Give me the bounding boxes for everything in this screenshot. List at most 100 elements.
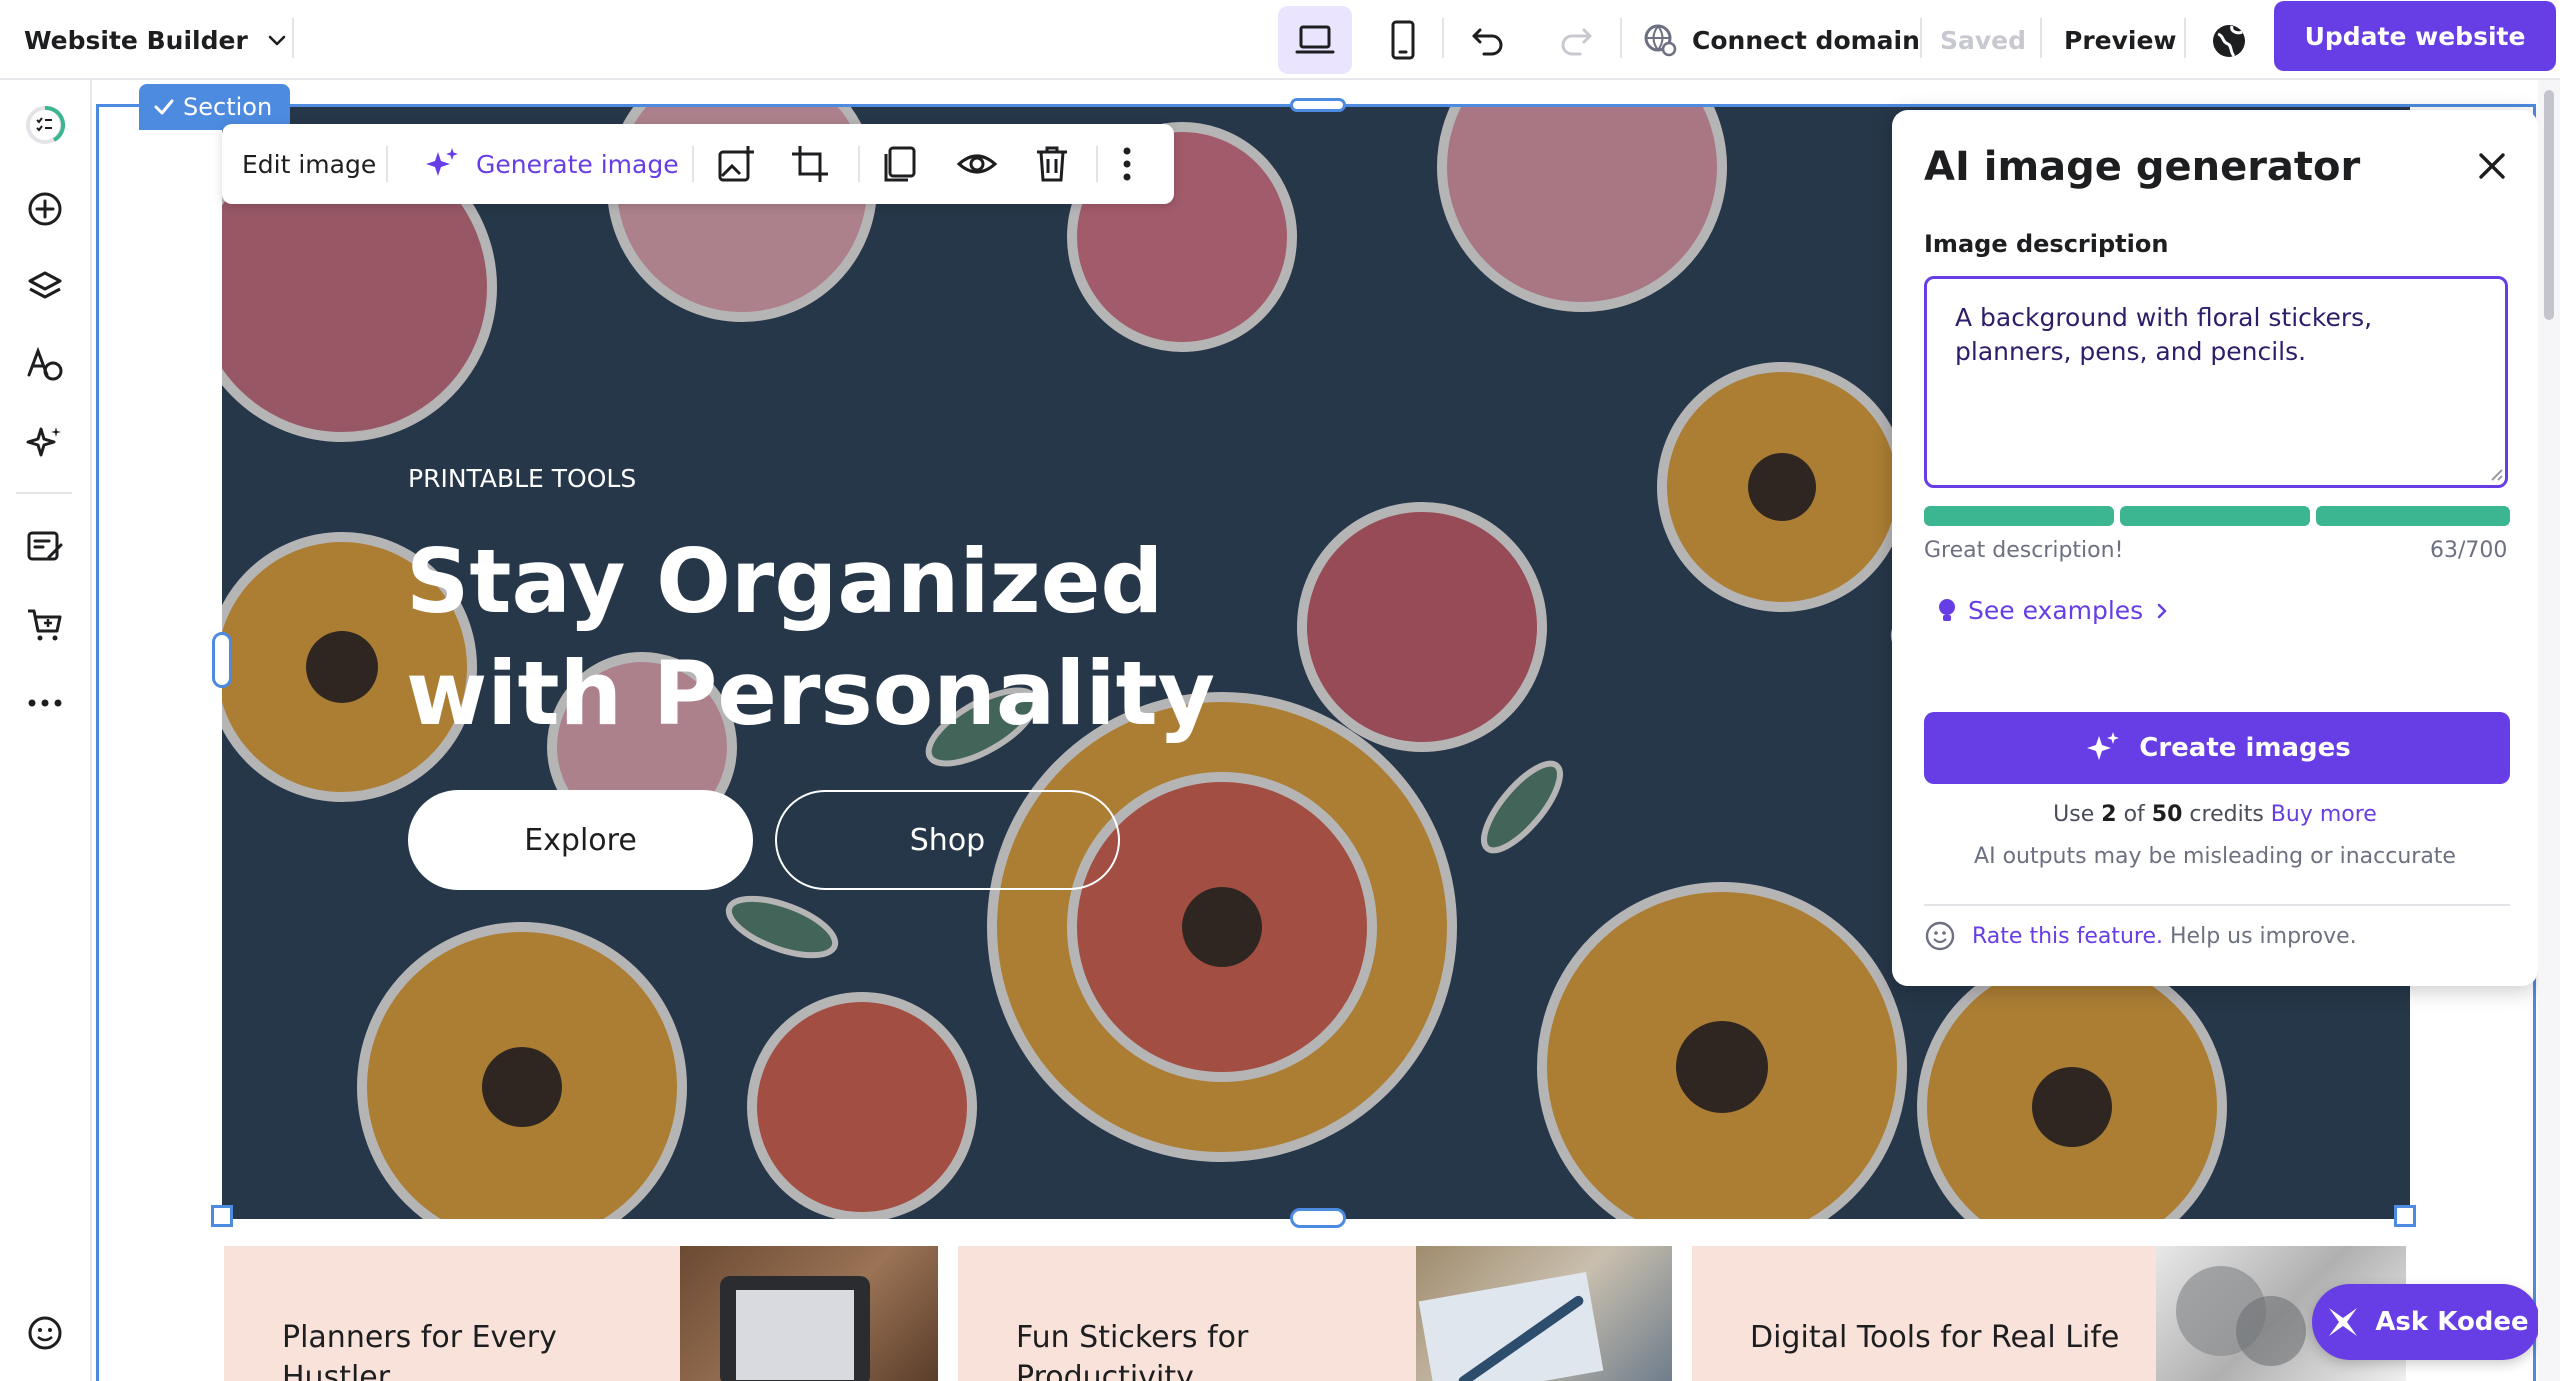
divider [292,18,294,58]
resize-handle-left[interactable] [212,632,232,688]
scrollbar[interactable] [2538,80,2560,1381]
ai-image-generator-panel: AI image generator Image description A b… [1892,110,2538,986]
chevron-down-icon [266,29,288,51]
image-replace-icon [718,146,754,182]
checklist-progress-button[interactable] [20,100,70,150]
ask-kodee-label: Ask Kodee [2375,1307,2529,1337]
ai-disclaimer: AI outputs may be misleading or inaccura… [1974,844,2456,869]
visibility-button[interactable] [956,124,998,204]
divider [2184,18,2186,58]
saved-status: Saved [1940,25,2027,55]
blog-button[interactable] [20,522,70,572]
update-website-label: Update website [2304,21,2526,51]
lightbulb-icon [1939,598,1955,621]
trash-icon [1037,146,1067,182]
generate-image-button[interactable]: Generate image [422,124,679,204]
shop-label: Shop [909,822,986,858]
kodee-sparkle-icon [2329,1308,2358,1336]
ai-tools-button[interactable] [20,418,70,468]
sparkles-icon [26,427,61,457]
resize-handle-top[interactable] [1290,98,1346,112]
see-examples-label: See examples [1968,596,2144,625]
resize-grip-icon [2488,466,2504,482]
check-icon [154,99,174,115]
close-button[interactable] [2472,146,2512,186]
hero-eyebrow[interactable]: PRINTABLE TOOLS [408,464,636,493]
edit-image-button[interactable]: Edit image [242,124,376,204]
divider [1620,18,1622,58]
divider [1924,904,2510,906]
divider [1920,18,1922,58]
more-options-button[interactable] [1122,124,1132,204]
smiley-icon [1925,921,1955,951]
rate-feature-link[interactable]: Rate this feature. [1972,924,2163,949]
left-sidebar [0,80,92,1381]
image-description-input[interactable]: A background with floral stickers, plann… [1924,276,2508,488]
scroll-thumb[interactable] [2544,90,2554,320]
create-images-button[interactable]: Create images [1924,712,2510,784]
character-count: 63/700 [2430,538,2508,563]
section-tag-label: Section [183,93,273,121]
card-stickers[interactable]: Fun Stickers for Productivity [958,1246,1672,1381]
card-image [680,1246,938,1381]
resize-handle-bottom-left[interactable] [211,1205,233,1227]
phone-icon [1391,20,1415,60]
sparkles-icon [2087,732,2120,760]
font-palette-icon [27,346,63,381]
store-button[interactable] [20,600,70,650]
more-button[interactable] [20,678,70,728]
see-examples-link[interactable]: See examples [1938,596,2169,625]
credits-label: credits [2189,802,2264,827]
edit-image-toolbar: Edit image Generate image [222,124,1174,204]
resize-handle-bottom[interactable] [1290,1208,1346,1228]
feedback-button[interactable] [20,1308,70,1358]
quality-meter-segment-1 [1924,506,2114,526]
buy-more-link[interactable]: Buy more [2271,802,2377,827]
create-images-label: Create images [2139,733,2351,763]
connect-domain-label: Connect domain [1692,25,1920,55]
connect-domain-button[interactable]: Connect domain [1642,0,1920,80]
mobile-view-button[interactable] [1378,14,1428,66]
divider [858,146,860,182]
hero-headline-line1: Stay Organized [406,530,1164,633]
preview-button[interactable]: Preview [2064,0,2177,80]
card-planners[interactable]: Planners for Every Hustler [224,1246,938,1381]
divider [16,492,72,494]
card-title: Planners for Every Hustler [282,1320,557,1381]
eye-icon [956,154,998,174]
card-digital-tools[interactable]: Digital Tools for Real Life [1692,1246,2406,1381]
credits-info: Use 2 of 50 credits Buy more [1892,802,2538,827]
card-image [1416,1246,1672,1381]
close-icon [2479,153,2505,179]
delete-button[interactable] [1034,124,1070,204]
divider [1442,18,1444,58]
credits-total: 50 [2151,802,2183,827]
chevron-right-icon [2158,603,2167,618]
shop-button[interactable]: Shop [775,790,1120,890]
add-element-button[interactable] [20,184,70,234]
undo-button[interactable] [1464,16,1512,64]
crop-icon [792,146,828,182]
cart-icon [28,609,62,641]
resize-handle-bottom-right[interactable] [2394,1205,2416,1227]
explore-button[interactable]: Explore [408,790,753,890]
layers-button[interactable] [20,262,70,312]
globe-icon [2213,25,2245,58]
crop-button[interactable] [790,124,830,204]
replace-image-button[interactable] [716,124,756,204]
explore-label: Explore [524,822,637,858]
update-website-button[interactable]: Update website [2274,1,2556,71]
duplicate-button[interactable] [880,124,920,204]
ask-kodee-button[interactable]: Ask Kodee [2312,1284,2540,1360]
divider [1096,146,1098,182]
redo-button[interactable] [1552,16,1600,64]
divider [692,146,694,182]
copy-icon [884,146,916,182]
hero-headline[interactable]: Stay Organized with Personality [406,526,1215,750]
more-horizontal-icon [28,699,62,707]
undo-icon [1472,28,1503,56]
language-button[interactable] [2206,18,2252,64]
desktop-view-button[interactable] [1278,6,1352,74]
app-menu[interactable]: Website Builder [24,0,288,80]
styles-button[interactable] [20,340,70,390]
